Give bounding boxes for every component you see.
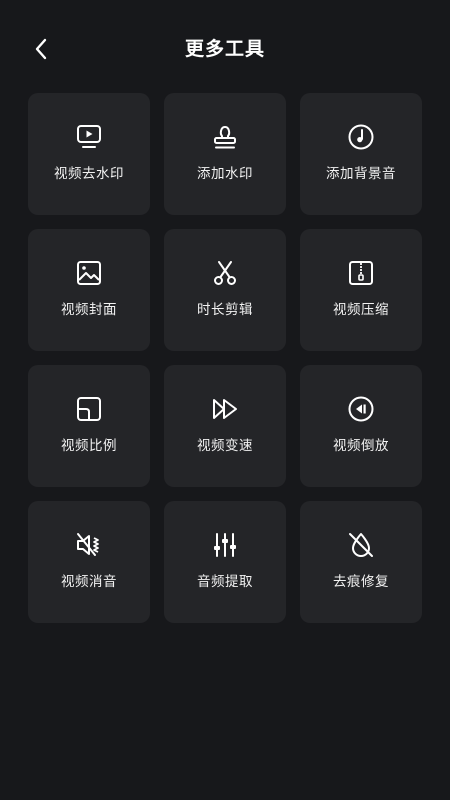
tool-duration-trim[interactable]: 时长剪辑 xyxy=(164,229,286,351)
tool-label: 添加水印 xyxy=(197,166,253,182)
drop-off-icon xyxy=(349,533,373,557)
tool-video-aspect-ratio[interactable]: 视频比例 xyxy=(28,365,150,487)
tool-label: 视频封面 xyxy=(61,302,117,318)
tool-trace-repair[interactable]: 去痕修复 xyxy=(300,501,422,623)
image-icon xyxy=(77,261,101,285)
tool-label: 视频比例 xyxy=(61,438,117,454)
mute-speaker-icon xyxy=(77,533,99,556)
rewind-circle-icon xyxy=(348,396,374,422)
tool-label: 视频变速 xyxy=(197,438,253,454)
tools-grid: 视频去水印 添加水印 添加背景音 视频封面 时长剪辑 视频压缩 视频比例 视频变… xyxy=(28,93,423,623)
tool-label: 视频倒放 xyxy=(333,438,389,454)
zip-file-icon xyxy=(349,261,373,285)
tool-video-compress[interactable]: 视频压缩 xyxy=(300,229,422,351)
tool-label: 时长剪辑 xyxy=(197,302,253,318)
music-disc-icon xyxy=(348,124,374,150)
tool-audio-extract[interactable]: 音频提取 xyxy=(164,501,286,623)
tool-add-background-music[interactable]: 添加背景音 xyxy=(300,93,422,215)
tool-label: 视频去水印 xyxy=(54,166,124,182)
tool-video-speed[interactable]: 视频变速 xyxy=(164,365,286,487)
tool-video-cover[interactable]: 视频封面 xyxy=(28,229,150,351)
tool-video-remove-watermark[interactable]: 视频去水印 xyxy=(28,93,150,215)
tool-label: 添加背景音 xyxy=(326,166,396,182)
equalizer-sliders-icon xyxy=(214,533,236,557)
scissors-icon xyxy=(214,261,236,285)
fast-forward-icon xyxy=(213,399,237,419)
aspect-ratio-icon xyxy=(77,397,101,421)
tv-play-icon xyxy=(77,125,101,148)
page-title: 更多工具 xyxy=(184,38,265,60)
tool-label: 视频压缩 xyxy=(333,302,389,318)
tool-label: 去痕修复 xyxy=(333,574,389,590)
tool-video-mute[interactable]: 视频消音 xyxy=(28,501,150,623)
tool-label: 视频消音 xyxy=(61,574,117,590)
tool-add-watermark[interactable]: 添加水印 xyxy=(164,93,286,215)
tool-video-reverse[interactable]: 视频倒放 xyxy=(300,365,422,487)
tool-label: 音频提取 xyxy=(197,574,253,590)
top-bar: 更多工具 xyxy=(0,0,450,96)
stamp-icon xyxy=(214,126,236,149)
